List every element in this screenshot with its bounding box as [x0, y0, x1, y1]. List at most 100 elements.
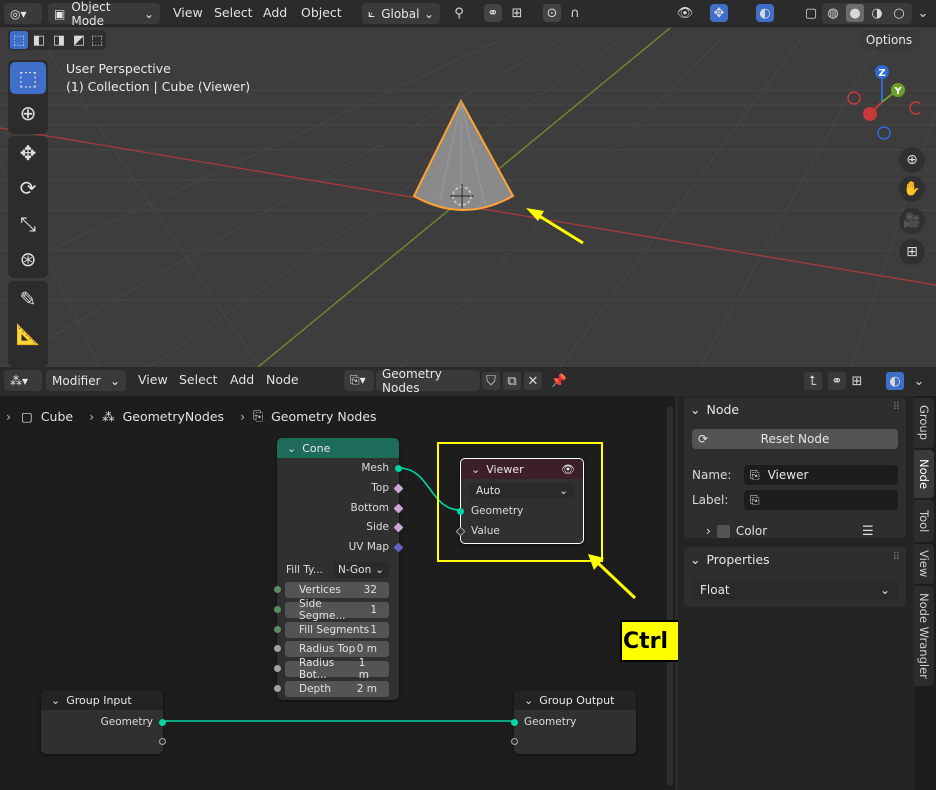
menu-node[interactable]: Node: [266, 372, 299, 387]
mesh-output-socket[interactable]: [395, 465, 402, 472]
transform-orientation-dropdown[interactable]: ⟀ Global ⌄: [362, 3, 440, 24]
drag-handle-icon[interactable]: ⠿: [893, 552, 900, 563]
overlay-toggle-icon[interactable]: ◐: [756, 4, 774, 22]
color-checkbox[interactable]: [716, 524, 730, 538]
side-segments-input-socket[interactable]: [274, 606, 281, 613]
snap-target-icon[interactable]: ⊞: [508, 4, 526, 22]
data-type-dropdown[interactable]: Float ⌄: [692, 580, 898, 600]
vertices-input-socket[interactable]: [274, 586, 281, 593]
group-output-empty-socket[interactable]: [511, 738, 518, 745]
drag-handle-icon[interactable]: ⠿: [893, 402, 900, 413]
measure-tool-icon[interactable]: 📐: [10, 318, 46, 350]
menu-view[interactable]: View: [173, 5, 203, 20]
chevron-down-icon[interactable]: ⌄: [914, 4, 932, 22]
cone-node[interactable]: ⌄ Cone Mesh Top Bottom Side UV Map Fill …: [274, 438, 404, 700]
cursor-tool-icon[interactable]: ⊕: [10, 97, 46, 129]
3d-viewport[interactable]: ◎▾ ▣ Object Mode ⌄ View Select Add Objec…: [0, 0, 936, 367]
duplicate-icon[interactable]: ⧉: [503, 372, 521, 390]
snap-mode-icon[interactable]: ⊞: [848, 372, 866, 390]
tab-view[interactable]: View: [914, 544, 934, 584]
label-field[interactable]: ⎘: [744, 490, 898, 510]
navigation-gizmo[interactable]: Z Y: [840, 62, 920, 142]
editor-context-dropdown[interactable]: Modifier ⌄: [46, 370, 126, 391]
pan-hand-icon[interactable]: ✋: [899, 176, 925, 202]
group-input-node[interactable]: ⌄ Group Input Geometry: [41, 690, 166, 754]
zoom-icon[interactable]: ⊕: [899, 147, 925, 173]
fake-user-shield-icon[interactable]: ⛉: [482, 372, 500, 390]
xray-icon[interactable]: ▢: [802, 4, 820, 22]
rendered-shading-icon[interactable]: ○: [890, 4, 908, 22]
menu-select[interactable]: Select: [214, 5, 253, 20]
radius-bottom-field[interactable]: Radius Bot... 1 m: [285, 657, 389, 681]
radius-top-field[interactable]: Radius Top 0 m: [285, 641, 389, 657]
depth-input-socket[interactable]: [274, 685, 281, 692]
tab-node[interactable]: Node: [914, 450, 934, 498]
tab-tool[interactable]: Tool: [914, 500, 934, 542]
browse-node-group-button[interactable]: ⎘▾: [344, 370, 374, 391]
ortho-grid-icon[interactable]: ⊞: [899, 239, 925, 265]
solid-shading-icon[interactable]: ●: [846, 4, 864, 22]
select-invert-icon[interactable]: ◩: [70, 31, 88, 49]
group-output-header[interactable]: ⌄ Group Output: [514, 690, 636, 710]
domain-dropdown[interactable]: Auto ⌄: [469, 483, 575, 499]
fill-segments-input-socket[interactable]: [274, 626, 281, 633]
transform-tool-icon[interactable]: ⊛: [10, 243, 46, 275]
overlay-toggle-icon[interactable]: ◐: [886, 372, 904, 390]
fill-type-dropdown[interactable]: N-Gon ⌄: [333, 562, 389, 578]
gizmo-toggle-icon[interactable]: ✥: [710, 4, 728, 22]
parent-node-tree-icon[interactable]: ⮤: [804, 372, 822, 390]
tab-node-wrangler[interactable]: Node Wrangler: [914, 586, 934, 686]
snap-icon[interactable]: ⚭: [828, 372, 846, 390]
editor-type-button[interactable]: ◎▾: [4, 3, 42, 24]
menu-view[interactable]: View: [138, 372, 168, 387]
group-input-empty-socket[interactable]: [159, 738, 166, 745]
group-output-node[interactable]: ⌄ Group Output Geometry: [511, 690, 636, 754]
mode-dropdown[interactable]: ▣ Object Mode ⌄: [48, 0, 160, 28]
select-new-icon[interactable]: ⬚: [10, 31, 28, 49]
move-tool-icon[interactable]: ✥: [10, 137, 46, 169]
group-output-geometry-socket[interactable]: [511, 719, 518, 726]
pivot-point-icon[interactable]: ⚲: [450, 4, 468, 22]
material-shading-icon[interactable]: ◑: [868, 4, 886, 22]
camera-view-icon[interactable]: 🎥: [899, 208, 925, 234]
rotate-tool-icon[interactable]: ⟳: [10, 172, 46, 204]
presets-list-icon[interactable]: ☰: [862, 524, 874, 539]
node-panel-header[interactable]: ⌄ Node: [690, 402, 739, 417]
viewer-node[interactable]: ⌄ Viewer 👁 Auto ⌄ Geometry Value: [455, 458, 584, 544]
cone-node-header[interactable]: ⌄ Cone: [277, 438, 399, 458]
name-field[interactable]: ⎘ Viewer: [744, 465, 898, 485]
vertices-field[interactable]: Vertices 32: [285, 582, 389, 598]
select-box-tool-icon[interactable]: ⬚: [10, 62, 46, 94]
radius-top-input-socket[interactable]: [274, 645, 281, 652]
group-input-header[interactable]: ⌄ Group Input: [41, 690, 163, 710]
menu-select[interactable]: Select: [179, 372, 218, 387]
node-group-name-field[interactable]: Geometry Nodes: [376, 367, 480, 395]
viewer-node-header[interactable]: ⌄ Viewer 👁: [461, 459, 583, 479]
properties-panel-header[interactable]: ⌄ Properties: [690, 552, 770, 567]
visibility-icon[interactable]: 👁: [676, 4, 694, 22]
group-input-geometry-socket[interactable]: [159, 719, 166, 726]
options-dropdown[interactable]: Options: [859, 30, 919, 50]
side-segments-field[interactable]: Side Segme... 1: [285, 598, 389, 622]
depth-field[interactable]: Depth 2 m: [285, 681, 389, 697]
editor-type-button[interactable]: ⁂▾: [4, 370, 42, 391]
select-subtract-icon[interactable]: ◨: [50, 31, 68, 49]
pin-icon[interactable]: 📌: [550, 372, 568, 390]
viewer-geometry-socket[interactable]: [457, 508, 464, 515]
chevron-down-icon[interactable]: ⌄: [910, 372, 928, 390]
color-subpanel-header[interactable]: › Color: [706, 524, 767, 538]
scale-tool-icon[interactable]: ⤡: [10, 208, 46, 240]
select-intersect-icon[interactable]: ⬚: [88, 31, 106, 49]
select-extend-icon[interactable]: ◧: [30, 31, 48, 49]
menu-object[interactable]: Object: [301, 5, 342, 20]
snap-icon[interactable]: ⚭: [484, 4, 502, 22]
eye-icon[interactable]: 👁: [561, 463, 575, 476]
radius-bottom-input-socket[interactable]: [274, 665, 281, 672]
menu-add[interactable]: Add: [263, 5, 287, 20]
falloff-icon[interactable]: ∩: [566, 4, 584, 22]
fill-segments-field[interactable]: Fill Segments 1: [285, 622, 389, 638]
tab-group[interactable]: Group: [914, 398, 934, 448]
proportional-edit-icon[interactable]: ⊙: [543, 4, 561, 22]
close-icon[interactable]: ✕: [524, 372, 542, 390]
wireframe-shading-icon[interactable]: ◍: [824, 4, 842, 22]
